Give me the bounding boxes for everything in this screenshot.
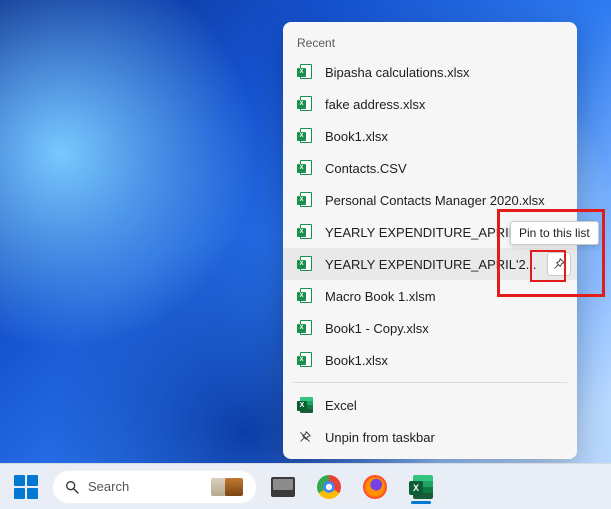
recent-file-item[interactable]: X Bipasha calculations.xlsx — [283, 56, 577, 88]
menu-separator — [293, 382, 567, 383]
jump-list-section-header: Recent — [283, 30, 577, 56]
taskbar-app-excel[interactable]: X — [401, 467, 441, 507]
recent-file-label: Book1.xlsx — [325, 353, 563, 368]
excel-file-icon: X — [297, 64, 313, 80]
taskbar-app-chrome[interactable] — [309, 467, 349, 507]
recent-file-label: Contacts.CSV — [325, 161, 563, 176]
excel-file-icon: X — [297, 288, 313, 304]
excel-file-icon: X — [297, 192, 313, 208]
unpin-from-taskbar-item[interactable]: Unpin from taskbar — [283, 421, 577, 453]
search-placeholder: Search — [88, 479, 203, 494]
recent-file-item[interactable]: X fake address.xlsx — [283, 88, 577, 120]
recent-file-label: fake address.xlsx — [325, 97, 563, 112]
search-icon — [64, 479, 80, 495]
task-view-icon — [271, 477, 295, 497]
recent-file-label: Book1 - Copy.xlsx — [325, 321, 563, 336]
pin-tooltip: Pin to this list — [510, 221, 599, 245]
recent-file-item[interactable]: X Book1.xlsx — [283, 344, 577, 376]
open-app-item[interactable]: X Excel — [283, 389, 577, 421]
excel-file-icon: X — [297, 160, 313, 176]
recent-file-item[interactable]: X YEARLY EXPENDITURE_APRIL'2... — [283, 248, 577, 280]
recent-file-item[interactable]: X Contacts.CSV — [283, 152, 577, 184]
desktop-background: Recent X Bipasha calculations.xlsx X fak… — [0, 0, 611, 509]
recent-file-label: Macro Book 1.xlsm — [325, 289, 563, 304]
taskbar-search[interactable]: Search — [52, 470, 257, 504]
recent-file-item[interactable]: X Book1.xlsx — [283, 120, 577, 152]
excel-file-icon: X — [297, 96, 313, 112]
unpin-label: Unpin from taskbar — [325, 430, 563, 445]
excel-file-icon: X — [297, 256, 313, 272]
excel-app-icon: X — [409, 475, 433, 499]
excel-app-icon: X — [297, 397, 313, 413]
start-button[interactable] — [6, 467, 46, 507]
taskbar-app-firefox[interactable] — [355, 467, 395, 507]
search-highlight-icons — [211, 478, 247, 496]
recent-file-label: Personal Contacts Manager 2020.xlsx — [325, 193, 563, 208]
recent-file-item[interactable]: X Personal Contacts Manager 2020.xlsx — [283, 184, 577, 216]
excel-file-icon: X — [297, 224, 313, 240]
open-app-label: Excel — [325, 398, 563, 413]
excel-file-icon: X — [297, 128, 313, 144]
excel-file-icon: X — [297, 352, 313, 368]
recent-file-label: Bipasha calculations.xlsx — [325, 65, 563, 80]
recent-file-label: Book1.xlsx — [325, 129, 563, 144]
pin-icon — [552, 257, 566, 271]
chrome-icon — [317, 475, 341, 499]
recent-file-item[interactable]: X Macro Book 1.xlsm — [283, 280, 577, 312]
excel-file-icon: X — [297, 320, 313, 336]
recent-file-label: YEARLY EXPENDITURE_APRIL'2... — [325, 257, 563, 272]
unpin-icon — [297, 429, 313, 445]
pin-to-list-button[interactable] — [547, 252, 571, 276]
taskbar: Search X — [0, 463, 611, 509]
windows-logo-icon — [14, 475, 38, 499]
firefox-icon — [363, 475, 387, 499]
recent-file-item[interactable]: X Book1 - Copy.xlsx — [283, 312, 577, 344]
task-view-button[interactable] — [263, 467, 303, 507]
